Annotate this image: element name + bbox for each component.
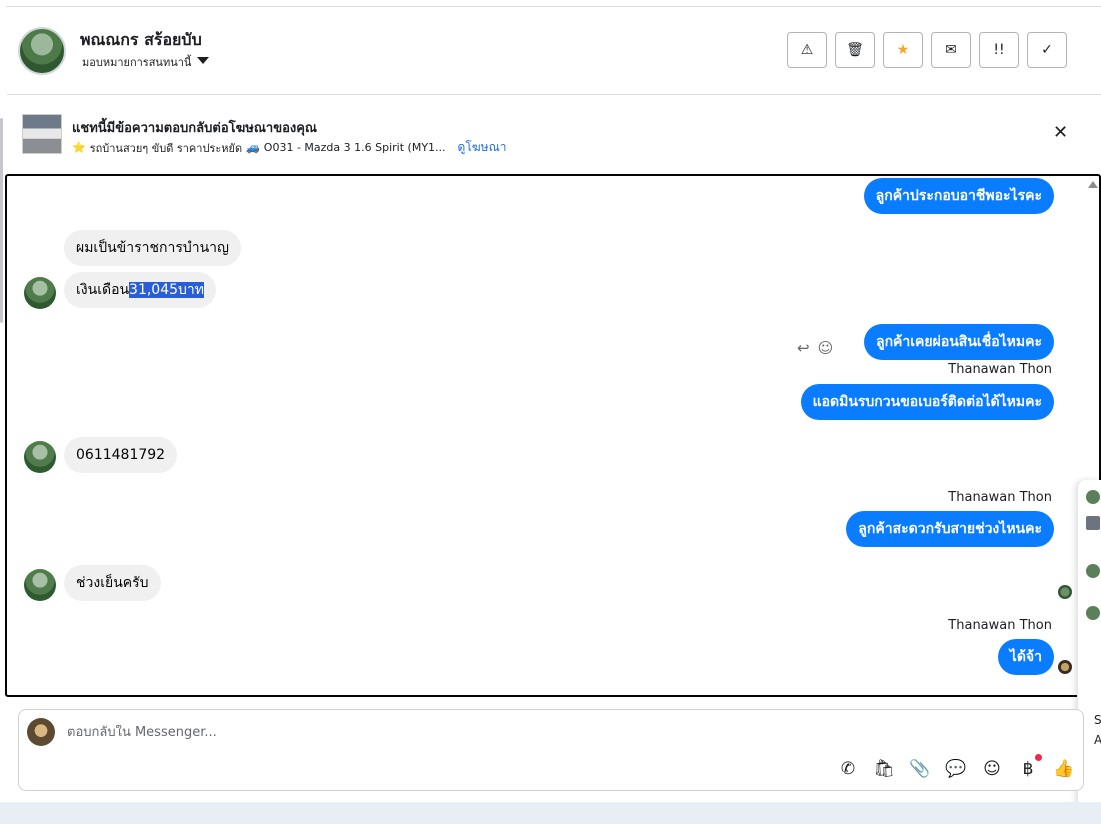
ad-banner-title: แชทนี้มีข้อความตอบกลับต่อโฆษณาของคุณ [72, 121, 317, 136]
sender-name: Thanawan Thon [948, 490, 1052, 505]
message-bubble-incoming[interactable]: ช่วงเย็นครับ [64, 565, 161, 601]
message-bubble-incoming[interactable]: 0611481792 [64, 437, 178, 473]
peek-avatar[interactable] [1086, 564, 1100, 578]
check-icon[interactable]: ✓ [1027, 32, 1067, 68]
footer-strip [0, 802, 1101, 824]
message-bubble-incoming[interactable]: เงินเดือน31,045บาท [64, 272, 217, 308]
view-ad-link[interactable]: ดูโฆษณา [458, 138, 507, 157]
ad-thumbnail[interactable] [22, 114, 62, 154]
like-icon[interactable]: 👍 [1053, 758, 1075, 780]
trash-icon[interactable]: 🗑 [835, 32, 875, 68]
mail-icon[interactable]: ✉ [931, 32, 971, 68]
read-receipt-avatar [1058, 585, 1072, 599]
message-bubble-outgoing[interactable]: ลูกค้าสะดวกรับสายช่วงไหนคะ [846, 511, 1054, 547]
header-actions: ⚠ 🗑 ★ ✉ !! ✓ [787, 32, 1067, 68]
call-add-icon[interactable]: ✆ [837, 758, 859, 780]
ad-name: O031 - Mazda 3 1.6 Spirit (MY1... [263, 141, 446, 154]
react-icon[interactable]: ☺ [818, 339, 834, 357]
left-scrollbar[interactable] [0, 118, 3, 323]
ad-details: ⭐ รถบ้านสวยๆ ขับดี ราคาประหยัด 🚙 O031 - … [72, 138, 506, 157]
contact-name[interactable]: พณณกร สร้อยบับ [80, 28, 202, 53]
priority-icon[interactable]: !! [979, 32, 1019, 68]
message-bubble-outgoing[interactable]: ลูกค้าประกอบอาชีพอะไรคะ [863, 178, 1054, 214]
message-composer: ✆ 🛍 📎 💬 ☺ ฿ 👍 [18, 709, 1084, 791]
message-tools: ↩ ☺ [797, 339, 833, 357]
sender-name: Thanawan Thon [948, 618, 1052, 633]
close-icon[interactable]: ✕ [1053, 122, 1068, 143]
ad-reply-banner: แชทนี้มีข้อความตอบกลับต่อโฆษณาของคุณ ⭐ ร… [7, 96, 1101, 172]
baht-payment-icon[interactable]: ฿ [1017, 754, 1042, 780]
emoji-icon[interactable]: ☺ [981, 758, 1003, 780]
conversation-header: พณณกร สร้อยบับ มอบหมายการสนทนานี้ ⚠ 🗑 ★ … [7, 7, 1101, 95]
page-avatar [27, 718, 55, 746]
shopping-bag-icon[interactable]: 🛍 [873, 758, 895, 780]
message-bubble-outgoing[interactable]: ได้จ้า [997, 639, 1054, 675]
car-emoji-icon: 🚙 [246, 141, 260, 154]
contact-avatar-small [24, 441, 56, 473]
assign-label: มอบหมายการสนทนานี้ [82, 56, 192, 69]
contact-avatar-small [24, 569, 56, 601]
baht-icon: ฿ [1022, 759, 1034, 779]
selected-text: 31,045บาท [129, 282, 205, 298]
message-bubble-outgoing[interactable]: แอดมินรบกวนขอเบอร์ติดต่อได้ไหมคะ [800, 384, 1054, 420]
message-text: เงินเดือน [76, 282, 130, 298]
reply-input[interactable] [67, 725, 867, 740]
peek-avatar[interactable] [1086, 490, 1100, 504]
saved-reply-icon[interactable]: 💬 [945, 758, 967, 780]
contact-avatar[interactable] [18, 27, 66, 75]
ad-caption: รถบ้านสวยๆ ขับดี ราคาประหยัด [89, 141, 243, 155]
star-emoji-icon: ⭐ [72, 141, 86, 154]
star-icon[interactable]: ★ [883, 32, 923, 68]
reply-icon[interactable]: ↩ [797, 339, 810, 357]
contact-avatar-small [24, 277, 56, 309]
peek-avatar[interactable] [1086, 606, 1100, 620]
warning-icon[interactable]: ⚠ [787, 32, 827, 68]
inbox-chat-window: พณณกร สร้อยบับ มอบหมายการสนทนานี้ ⚠ 🗑 ★ … [0, 0, 1101, 824]
message-bubble-incoming[interactable]: ผมเป็นข้าราชการบำนาญ [64, 230, 241, 266]
peek-text: A [1094, 733, 1101, 747]
peek-text: S [1094, 713, 1101, 727]
peek-thumbnail[interactable] [1086, 516, 1100, 530]
attach-icon[interactable]: 📎 [909, 758, 931, 780]
agent-seen-avatar [1058, 660, 1072, 674]
message-thread[interactable]: ลูกค้าประกอบอาชีพอะไรคะ ผมเป็นข้าราชการบ… [5, 174, 1101, 697]
chevron-down-icon [197, 57, 210, 64]
composer-tools: ✆ 🛍 📎 💬 ☺ ฿ 👍 [837, 754, 1075, 780]
sender-name: Thanawan Thon [948, 362, 1052, 377]
message-bubble-outgoing[interactable]: ลูกค้าเคยผ่อนสินเชื่อไหมคะ [863, 324, 1054, 360]
assign-conversation[interactable]: มอบหมายการสนทนานี้ [82, 53, 210, 71]
scroll-up-arrow-icon[interactable] [1088, 181, 1098, 188]
notification-dot [1035, 754, 1042, 761]
